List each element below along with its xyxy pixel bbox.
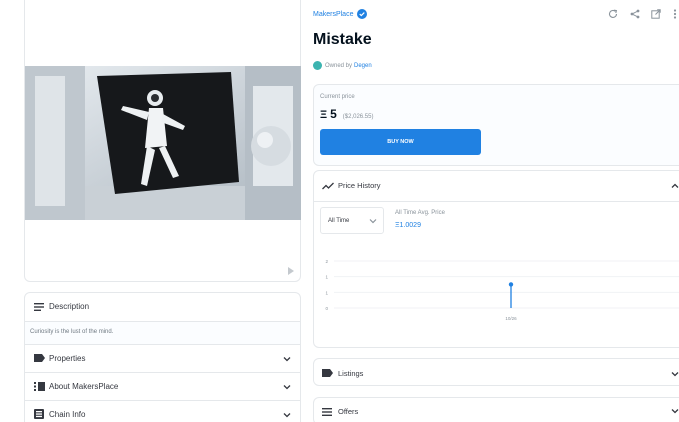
y-tick-label: 1 xyxy=(325,290,328,295)
eth-icon: Ξ xyxy=(320,109,328,121)
time-filter-value: All Time xyxy=(328,218,350,224)
price-value: 5 xyxy=(330,107,337,121)
properties-label: Properties xyxy=(49,354,86,363)
trending-icon xyxy=(322,182,334,190)
description-header[interactable]: Description xyxy=(25,293,300,321)
x-tick-label: 10/26 xyxy=(505,316,517,321)
price-history-card: Price History All Time All Time Avg. Pri… xyxy=(313,170,679,348)
about-label: About MakersPlace xyxy=(49,382,119,391)
offers-card[interactable]: Offers xyxy=(313,397,679,422)
price-row: Ξ 5 ($2,026.55) xyxy=(320,107,373,121)
collection-link[interactable]: MakersPlace xyxy=(313,9,368,19)
about-panel-header[interactable]: About MakersPlace xyxy=(25,373,300,400)
more-options-icon[interactable] xyxy=(673,9,677,19)
price-usd: ($2,026.55) xyxy=(342,114,374,120)
price-card: Current price Ξ 5 ($2,026.55) BUY NOW xyxy=(313,84,679,166)
chevron-down-icon xyxy=(369,219,377,224)
artwork-card xyxy=(24,0,301,282)
chevron-up-icon xyxy=(671,183,679,188)
tag-icon xyxy=(322,369,333,377)
chain-info-label: Chain Info xyxy=(49,410,86,419)
chevron-down-icon xyxy=(283,357,291,362)
left-panels-card: Description Curiosity is the lust of the… xyxy=(24,292,301,422)
description-body: Curiosity is the lust of the mind. xyxy=(25,322,300,344)
price-history-title: Price History xyxy=(338,181,381,190)
owner-avatar[interactable] xyxy=(313,61,322,70)
price-history-header[interactable]: Price History xyxy=(314,171,679,201)
chevron-down-icon xyxy=(283,385,291,390)
description-title: Description xyxy=(49,302,90,311)
current-price-label: Current price xyxy=(320,94,355,100)
verified-badge-icon xyxy=(357,9,368,19)
description-text: Curiosity is the lust of the mind. xyxy=(30,329,114,335)
chain-info-panel-header[interactable]: Chain Info xyxy=(25,401,300,422)
artwork-image[interactable] xyxy=(25,66,301,220)
owner-link[interactable]: Degen xyxy=(354,63,372,69)
chevron-down-icon xyxy=(671,409,679,414)
offers-label: Offers xyxy=(338,407,359,416)
share-icon[interactable] xyxy=(630,9,640,19)
item-title: Mistake xyxy=(313,31,372,48)
offers-icon xyxy=(322,408,332,416)
collection-name: MakersPlace xyxy=(313,10,354,18)
chevron-down-icon xyxy=(283,413,291,418)
chevron-down-icon xyxy=(671,372,679,377)
avg-price-label: All Time Avg. Price xyxy=(395,210,445,216)
chain-info-icon xyxy=(34,409,44,419)
open-external-icon[interactable] xyxy=(651,9,661,19)
y-tick-label: 1 xyxy=(325,275,328,280)
owner-row: Owned by Degen xyxy=(313,61,372,70)
avg-price-value: Ξ1.0029 xyxy=(395,222,421,229)
owned-by-text: Owned by xyxy=(325,62,353,69)
play-icon[interactable] xyxy=(287,267,295,275)
description-icon xyxy=(34,303,44,311)
buy-now-button[interactable]: BUY NOW xyxy=(320,129,481,155)
listings-label: Listings xyxy=(338,369,364,378)
y-tick-label: 2 xyxy=(325,259,328,264)
about-icon xyxy=(34,382,45,391)
y-tick-label: 0 xyxy=(325,306,328,311)
data-point xyxy=(508,282,514,287)
tag-icon xyxy=(34,354,45,362)
time-filter-select[interactable]: All Time xyxy=(320,207,384,234)
price-history-chart[interactable]: 2 1 1 0 10/26 xyxy=(314,253,679,323)
refresh-icon[interactable] xyxy=(608,9,618,19)
listings-card[interactable]: Listings xyxy=(313,358,679,386)
properties-panel-header[interactable]: Properties xyxy=(25,345,300,372)
